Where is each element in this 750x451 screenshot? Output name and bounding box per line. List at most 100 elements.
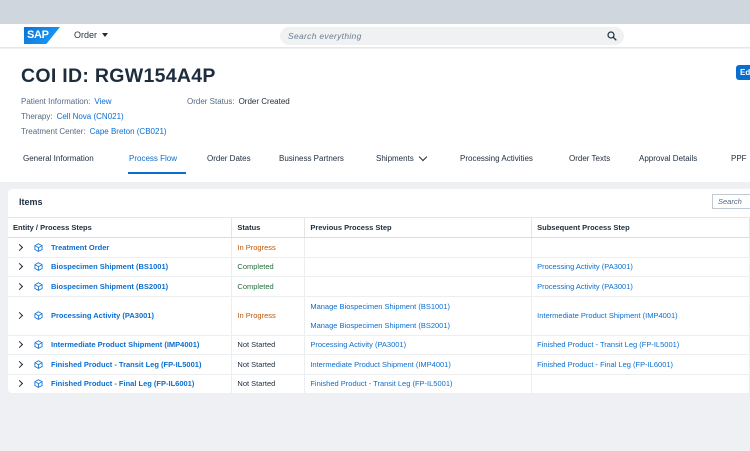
entity-cell: Biospecimen Shipment (BS2001) [8, 276, 233, 297]
previous-step-link[interactable]: Manage Biospecimen Shipment (BS2001) [310, 321, 531, 330]
entity-link[interactable]: Finished Product - Final Leg (FP-IL6001) [51, 379, 194, 388]
entity-link[interactable]: Finished Product - Transit Leg (FP-IL500… [51, 360, 201, 369]
previous-step-link[interactable]: Processing Activity (PA3001) [310, 340, 531, 349]
expand-chevron-icon[interactable] [15, 282, 24, 290]
tab-general-information[interactable]: General Information [23, 154, 94, 163]
cube-icon [34, 340, 43, 350]
tab-label: General Information [23, 154, 94, 163]
entity-cell: Finished Product - Final Leg (FP-IL6001) [8, 374, 233, 394]
search-icon[interactable] [607, 31, 617, 41]
tab-processing-activities[interactable]: Processing Activities [460, 154, 533, 163]
order-status-label: Order Status: [187, 97, 235, 106]
table-row[interactable]: Biospecimen Shipment (BS2001) Completed Pr… [8, 276, 750, 297]
global-search-input[interactable] [288, 31, 588, 41]
entity-cell: Intermediate Product Shipment (IMP4001) [8, 335, 233, 355]
status-text: Completed [237, 281, 274, 291]
therapy-link[interactable]: Cell Nova (CN021) [57, 112, 124, 121]
object-page-header: COI ID: RGW154A4P Ed Patient Information… [0, 49, 750, 182]
column-header-previous[interactable]: Previous Process Step [304, 217, 533, 238]
column-header-subsequent[interactable]: Subsequent Process Step [531, 217, 750, 238]
table-row[interactable]: Treatment Order In Progress [8, 237, 750, 258]
subsequent-step-link[interactable]: Intermediate Product Shipment (IMP4001) [537, 311, 749, 320]
entity-link[interactable]: Biospecimen Shipment (BS2001) [51, 282, 168, 291]
therapy-label: Therapy: [21, 112, 53, 121]
tab-shipments[interactable]: Shipments [376, 152, 428, 163]
process-flow-table: Entity / Process Steps Status Previous P… [8, 217, 750, 394]
previous-step-link[interactable]: Finished Product - Transit Leg (FP-IL500… [310, 379, 531, 388]
global-search[interactable] [280, 27, 624, 45]
previous-step-cell: Intermediate Product Shipment (IMP4001) [304, 354, 533, 375]
cube-icon [34, 282, 43, 291]
subsequent-step-cell: Finished Product - Transit Leg (FP-IL500… [531, 335, 750, 355]
subsequent-step-link[interactable]: Finished Product - Final Leg (FP-IL6001) [537, 360, 749, 369]
status-text: Not Started [237, 340, 276, 350]
status-cell: Not Started [231, 374, 306, 394]
entity-link[interactable]: Intermediate Product Shipment (IMP4001) [51, 340, 199, 349]
previous-step-link[interactable]: Intermediate Product Shipment (IMP4001) [310, 360, 531, 369]
table-row[interactable]: Processing Activity (PA3001) In Progress M… [8, 296, 750, 336]
tab-bar: General Information Process Flow Order D… [0, 150, 750, 175]
expand-chevron-icon[interactable] [15, 360, 24, 368]
order-status-attribute: Order Status: Order Created [187, 97, 290, 106]
tab-label: Order Texts [569, 154, 611, 163]
subsequent-step-link[interactable]: Processing Activity (PA3001) [537, 262, 749, 271]
tab-order-dates[interactable]: Order Dates [207, 154, 251, 163]
previous-step-link[interactable]: Manage Biospecimen Shipment (BS1001) [310, 302, 531, 311]
tab-label: Shipments [376, 154, 414, 163]
tab-business-partners[interactable]: Business Partners [279, 154, 344, 163]
tab-label: PPF [731, 154, 747, 163]
status-text: In Progress [237, 311, 276, 320]
tab-process-flow[interactable]: Process Flow [129, 154, 177, 163]
entity-link[interactable]: Biospecimen Shipment (BS1001) [51, 262, 168, 271]
treatment-center-attribute: Treatment Center: Cape Breton (CB021) [21, 127, 167, 136]
expand-chevron-icon[interactable] [15, 243, 24, 251]
items-search-input[interactable] [712, 194, 750, 209]
patient-info-link[interactable]: View [94, 97, 111, 106]
expand-chevron-icon[interactable] [15, 263, 24, 271]
expand-chevron-icon[interactable] [15, 341, 24, 349]
order-menu-button[interactable]: Order [74, 30, 109, 40]
column-header-entity[interactable]: Entity / Process Steps [8, 217, 233, 238]
subsequent-step-link[interactable]: Finished Product - Transit Leg (FP-IL500… [537, 340, 749, 349]
tab-label: Approval Details [639, 154, 698, 163]
cube-icon [34, 360, 43, 369]
treatment-center-link[interactable]: Cape Breton (CB021) [90, 127, 167, 136]
window-top-strip [0, 0, 750, 24]
entity-link[interactable]: Treatment Order [51, 243, 109, 252]
subsequent-step-cell [531, 374, 750, 394]
entity-cell: Processing Activity (PA3001) [8, 296, 233, 336]
edit-button[interactable]: Ed [736, 65, 750, 80]
expand-chevron-icon[interactable] [15, 311, 24, 320]
cube-icon [34, 311, 43, 320]
expand-chevron-icon[interactable] [15, 380, 24, 388]
sap-logo[interactable]: SAP [24, 27, 60, 44]
status-cell: In Progress [231, 237, 306, 258]
page-title: COI ID: RGW154A4P [21, 65, 216, 87]
subsequent-step-cell: Intermediate Product Shipment (IMP4001) [531, 296, 750, 336]
subsequent-step-link[interactable]: Processing Activity (PA3001) [537, 282, 749, 291]
table-row[interactable]: Finished Product - Transit Leg (FP-IL500… [8, 354, 750, 375]
table-row[interactable]: Biospecimen Shipment (BS1001) Completed Pr… [8, 257, 750, 277]
tab-order-texts[interactable]: Order Texts [569, 154, 610, 163]
table-row[interactable]: Finished Product - Final Leg (FP-IL6001)… [8, 374, 750, 394]
shell-bar: SAP Order [0, 24, 750, 48]
cube-icon [34, 262, 43, 272]
chevron-down-icon [418, 152, 428, 161]
subsequent-step-cell: Finished Product - Final Leg (FP-IL6001) [531, 354, 750, 375]
active-tab-indicator [128, 172, 186, 174]
caret-down-icon [102, 33, 109, 37]
tab-label: Order Dates [207, 154, 251, 163]
subsequent-step-cell: Processing Activity (PA3001) [531, 257, 750, 277]
entity-cell: Biospecimen Shipment (BS1001) [8, 257, 233, 277]
column-header-status[interactable]: Status [231, 217, 306, 238]
tab-label: Processing Activities [460, 154, 533, 163]
previous-step-cell [304, 237, 533, 258]
tab-label: Business Partners [279, 154, 344, 163]
treatment-center-label: Treatment Center: [21, 127, 86, 136]
tab-ppf[interactable]: PPF [731, 154, 747, 163]
table-row[interactable]: Intermediate Product Shipment (IMP4001) N… [8, 335, 750, 355]
entity-link[interactable]: Processing Activity (PA3001) [51, 311, 154, 320]
previous-step-cell: Manage Biospecimen Shipment (BS1001) Mana… [304, 296, 533, 336]
previous-step-cell: Finished Product - Transit Leg (FP-IL500… [304, 374, 533, 394]
tab-approval-details[interactable]: Approval Details [639, 154, 697, 163]
